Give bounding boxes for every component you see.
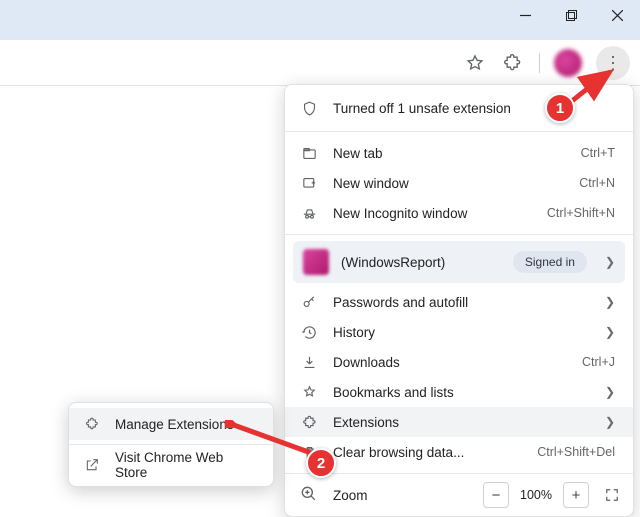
history-icon [299, 324, 319, 341]
menu-item-shortcut: Ctrl+Shift+Del [537, 445, 615, 459]
menu-item-label: Bookmarks and lists [333, 385, 583, 400]
shield-icon [299, 100, 319, 117]
menu-item-zoom: Zoom − 100% + [285, 480, 633, 510]
menu-separator [285, 234, 633, 235]
chevron-right-icon: ❯ [605, 325, 615, 339]
chevron-right-icon: ❯ [605, 415, 615, 429]
puzzle-icon [83, 416, 101, 432]
menu-item-shortcut: Ctrl+Shift+N [547, 206, 615, 220]
close-icon [612, 10, 623, 21]
menu-separator [285, 131, 633, 132]
download-icon [299, 354, 319, 371]
menu-item-new-window[interactable]: New window Ctrl+N [285, 168, 633, 198]
profile-name: (WindowsReport) [341, 255, 501, 270]
menu-item-new-tab[interactable]: New tab Ctrl+T [285, 138, 633, 168]
menu-item-extensions[interactable]: Extensions ❯ [285, 407, 633, 437]
menu-item-bookmarks[interactable]: Bookmarks and lists ❯ [285, 377, 633, 407]
zoom-in-button[interactable]: + [563, 482, 589, 508]
chevron-right-icon: ❯ [605, 385, 615, 399]
menu-item-label: Passwords and autofill [333, 295, 583, 310]
extensions-button[interactable] [501, 51, 525, 75]
menu-item-label: Extensions [333, 415, 583, 430]
annotation-badge-2: 2 [306, 448, 336, 478]
menu-item-clear-data[interactable]: Clear browsing data... Ctrl+Shift+Del [285, 437, 633, 467]
menu-item-shortcut: Ctrl+J [582, 355, 615, 369]
zoom-label: Zoom [333, 488, 469, 503]
fullscreen-button[interactable] [599, 482, 625, 508]
menu-item-label: New Incognito window [333, 206, 533, 221]
menu-separator [285, 473, 633, 474]
bookmark-star-icon [299, 384, 319, 401]
toolbar-divider [539, 53, 540, 73]
menu-profile-row[interactable]: (WindowsReport) Signed in ❯ [293, 241, 625, 283]
menu-item-incognito[interactable]: New Incognito window Ctrl+Shift+N [285, 198, 633, 228]
annotation-badge-1: 1 [545, 93, 575, 123]
incognito-icon [299, 205, 319, 222]
maximize-button[interactable] [548, 0, 594, 30]
menu-item-label: Clear browsing data... [333, 445, 523, 460]
submenu-item-label: Manage Extensions [115, 417, 234, 432]
external-link-icon [83, 457, 101, 473]
puzzle-icon [503, 53, 523, 73]
maximize-icon [566, 10, 577, 21]
minimize-icon [520, 10, 531, 21]
menu-item-label: New tab [333, 146, 567, 161]
new-window-icon [299, 175, 319, 192]
zoom-controls: − 100% + [483, 482, 625, 508]
key-icon [299, 294, 319, 311]
minimize-button[interactable] [502, 0, 548, 30]
window-controls [502, 0, 640, 30]
signed-in-badge: Signed in [513, 251, 587, 273]
menu-item-shortcut: Ctrl+T [581, 146, 615, 160]
menu-item-history[interactable]: History ❯ [285, 317, 633, 347]
bookmark-star-button[interactable] [463, 51, 487, 75]
menu-item-passwords[interactable]: Passwords and autofill ❯ [285, 287, 633, 317]
star-icon [465, 53, 485, 73]
new-tab-icon [299, 145, 319, 162]
menu-item-downloads[interactable]: Downloads Ctrl+J [285, 347, 633, 377]
browser-toolbar: ⋮ [0, 40, 640, 86]
zoom-icon [299, 484, 319, 507]
chevron-right-icon: ❯ [605, 295, 615, 309]
zoom-out-button[interactable]: − [483, 482, 509, 508]
menu-item-label: Downloads [333, 355, 568, 370]
chrome-main-menu: Turned off 1 unsafe extension New tab Ct… [284, 84, 634, 517]
profile-avatar-small [303, 249, 329, 275]
menu-item-label: History [333, 325, 583, 340]
menu-item-shortcut: Ctrl+N [579, 176, 615, 190]
close-button[interactable] [594, 0, 640, 30]
menu-item-label: New window [333, 176, 565, 191]
chevron-right-icon: ❯ [605, 255, 615, 269]
